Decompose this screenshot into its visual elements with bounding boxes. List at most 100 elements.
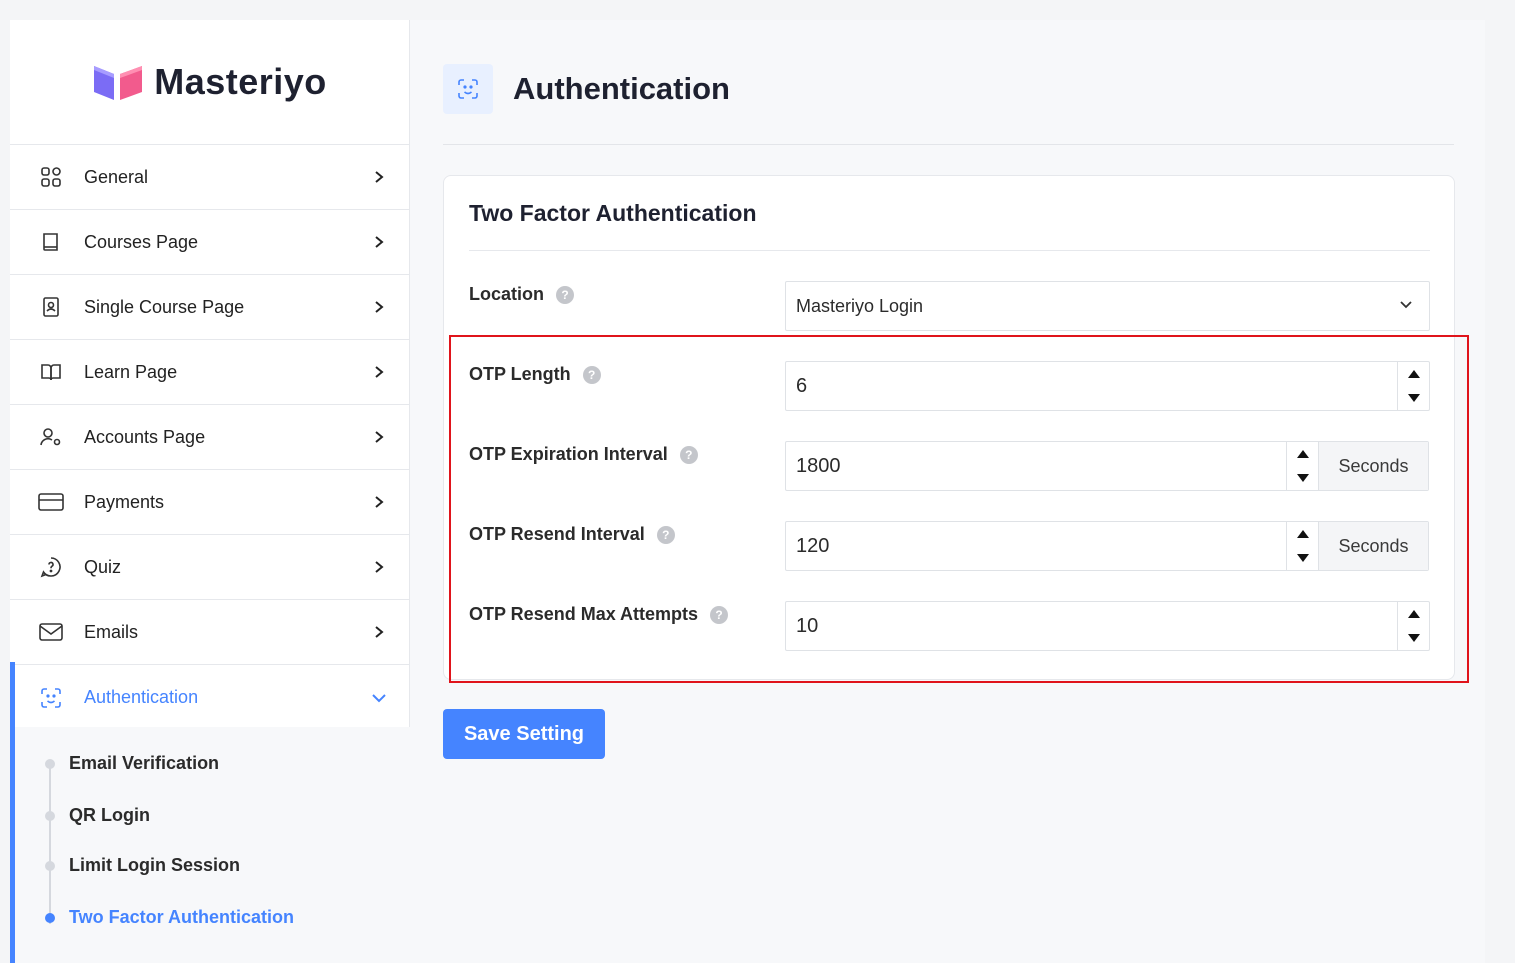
- otp-resend-stepper: [1286, 522, 1318, 570]
- main-content: Authentication Two Factor Authentication…: [410, 20, 1485, 963]
- sidebar-item-label: Learn Page: [84, 361, 178, 382]
- help-icon[interactable]: ?: [710, 605, 729, 624]
- otp-length-stepper: [1397, 362, 1429, 410]
- timeline-dot: [45, 810, 55, 821]
- question-bubble-icon: [38, 554, 64, 580]
- sidebar-item-label: Accounts Page: [84, 426, 206, 447]
- portrait-book-icon: [38, 294, 64, 320]
- chevron-right-icon: [371, 494, 387, 510]
- otp-expiration-field: Seconds: [785, 441, 1429, 491]
- app-shell: Masteriyo General Courses Page Single Co…: [10, 20, 1485, 963]
- otp-length-label: OTP Length: [469, 364, 571, 384]
- authentication-submenu: Email Verification QR Login Limit Login …: [10, 727, 410, 963]
- masteriyo-logo-icon: [92, 62, 144, 102]
- brand-logo[interactable]: Masteriyo: [10, 20, 409, 145]
- location-selected-value: Masteriyo Login: [796, 295, 924, 316]
- decrement-button[interactable]: [1287, 466, 1318, 490]
- help-icon[interactable]: ?: [679, 445, 698, 464]
- chevron-right-icon: [371, 364, 387, 380]
- chevron-down-icon: [1399, 297, 1413, 315]
- timeline-dot: [45, 912, 55, 923]
- sidebar-item-label: Single Course Page: [84, 296, 245, 317]
- otp-resend-input[interactable]: [786, 522, 1286, 570]
- otp-length-field: [785, 361, 1430, 411]
- otp-length-input[interactable]: [786, 362, 1397, 410]
- submenu-item-two-factor-authentication[interactable]: Two Factor Authentication: [45, 907, 294, 928]
- sidebar-item-label: Authentication: [84, 687, 199, 707]
- grid-icon: [38, 164, 64, 190]
- sidebar-item-single-course-page[interactable]: Single Course Page: [10, 275, 409, 340]
- otp-max-attempts-input[interactable]: [786, 602, 1397, 650]
- submenu-item-label: Limit Login Session: [69, 855, 241, 875]
- chevron-right-icon: [371, 299, 387, 315]
- otp-expiration-label-row: OTP Expiration Interval ?: [469, 444, 698, 465]
- submenu-item-label: Email Verification: [69, 753, 220, 773]
- otp-resend-label-row: OTP Resend Interval ?: [469, 524, 675, 545]
- help-icon[interactable]: ?: [556, 285, 574, 304]
- submenu-item-qr-login[interactable]: QR Login: [45, 805, 150, 826]
- save-setting-button[interactable]: Save Setting: [443, 709, 605, 759]
- two-factor-card: Two Factor Authentication Location ? Mas…: [443, 175, 1455, 680]
- credit-card-icon: [38, 489, 64, 515]
- submenu-item-email-verification[interactable]: Email Verification: [45, 753, 219, 774]
- location-label-row: Location ?: [469, 284, 574, 305]
- sidebar-item-learn-page[interactable]: Learn Page: [10, 340, 409, 405]
- sidebar-item-label: Payments: [84, 491, 165, 512]
- mail-icon: [38, 619, 64, 645]
- sidebar-item-emails[interactable]: Emails: [10, 600, 409, 665]
- unit-addon: Seconds: [1318, 522, 1428, 570]
- decrement-button[interactable]: [1287, 546, 1318, 570]
- sidebar-item-quiz[interactable]: Quiz: [10, 535, 409, 600]
- otp-resend-field: Seconds: [785, 521, 1429, 571]
- sidebar-item-label: General: [84, 166, 149, 187]
- sidebar-item-label: Quiz: [84, 556, 122, 577]
- otp-expiration-input[interactable]: [786, 442, 1286, 490]
- face-scan-icon: [38, 685, 64, 711]
- face-scan-icon: [443, 64, 493, 114]
- submenu-item-label: Two Factor Authentication: [69, 907, 294, 927]
- active-indicator: [10, 662, 15, 963]
- increment-button[interactable]: [1287, 442, 1318, 466]
- chevron-down-icon: [371, 690, 387, 706]
- sidebar-item-courses-page[interactable]: Courses Page: [10, 210, 409, 275]
- book-icon: [38, 229, 64, 255]
- sidebar-item-label: Emails: [84, 621, 139, 642]
- sidebar-item-general[interactable]: General: [10, 145, 409, 210]
- submenu-item-limit-login-session[interactable]: Limit Login Session: [45, 855, 240, 876]
- chevron-right-icon: [371, 169, 387, 185]
- location-select[interactable]: Masteriyo Login: [785, 281, 1430, 331]
- sidebar-item-payments[interactable]: Payments: [10, 470, 409, 535]
- divider: [469, 250, 1430, 251]
- increment-button[interactable]: [1398, 362, 1429, 386]
- sidebar-item-accounts-page[interactable]: Accounts Page: [10, 405, 409, 470]
- sidebar-item-authentication[interactable]: Authentication: [10, 665, 409, 730]
- unit-addon: Seconds: [1318, 442, 1428, 490]
- timeline-dot: [45, 758, 55, 769]
- increment-button[interactable]: [1287, 522, 1318, 546]
- submenu-timeline: [49, 764, 51, 924]
- otp-max-attempts-field: [785, 601, 1430, 651]
- chevron-right-icon: [371, 559, 387, 575]
- otp-length-label-row: OTP Length ?: [469, 364, 601, 385]
- card-title: Two Factor Authentication: [469, 200, 757, 226]
- decrement-button[interactable]: [1398, 386, 1429, 410]
- otp-max-attempts-stepper: [1397, 602, 1429, 650]
- increment-button[interactable]: [1398, 602, 1429, 626]
- sidebar: Masteriyo General Courses Page Single Co…: [10, 20, 410, 963]
- chevron-right-icon: [371, 234, 387, 250]
- otp-max-attempts-label: OTP Resend Max Attempts: [469, 604, 699, 624]
- user-gear-icon: [38, 424, 64, 450]
- page-header: Authentication: [443, 64, 1454, 145]
- brand-name: Masteriyo: [154, 61, 327, 102]
- timeline-dot: [45, 860, 55, 871]
- chevron-right-icon: [371, 429, 387, 445]
- sidebar-item-label: Courses Page: [84, 231, 199, 252]
- otp-expiration-label: OTP Expiration Interval: [469, 444, 668, 464]
- otp-max-attempts-label-row: OTP Resend Max Attempts ?: [469, 604, 729, 625]
- otp-resend-label: OTP Resend Interval: [469, 524, 645, 544]
- open-book-icon: [38, 359, 64, 385]
- help-icon[interactable]: ?: [582, 365, 601, 384]
- submenu-item-label: QR Login: [69, 805, 150, 825]
- help-icon[interactable]: ?: [656, 525, 675, 544]
- decrement-button[interactable]: [1398, 626, 1429, 650]
